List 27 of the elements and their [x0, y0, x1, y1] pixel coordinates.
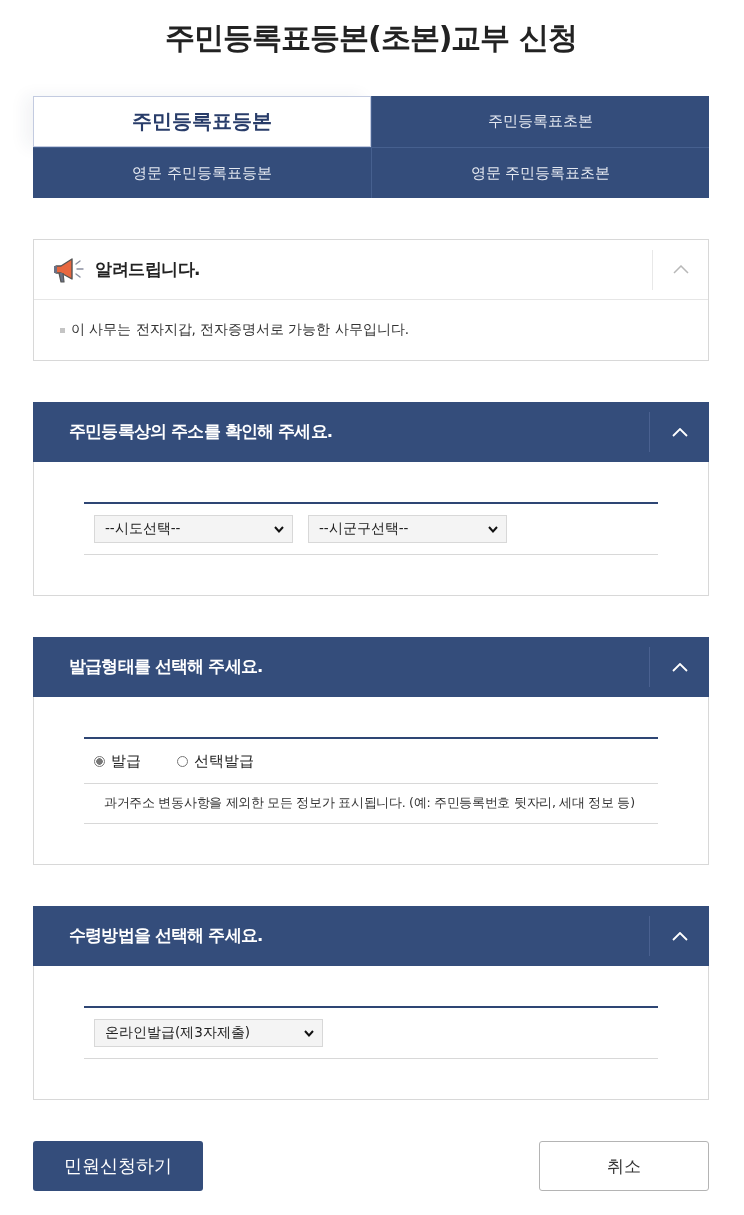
tab[interactable]: 주민등록표등본 — [33, 96, 371, 147]
page-title: 주민등록표등본(초본)교부 신청 — [164, 19, 578, 57]
section-title: 수령방법을 선택해 주세요. — [69, 925, 264, 947]
chevron-icon — [672, 265, 689, 274]
dropdown[interactable]: --시도선택-- — [94, 515, 293, 543]
caret-icon — [488, 525, 498, 533]
dropdown[interactable]: 온라인발급(제3자제출) — [94, 1019, 323, 1047]
notice-title: 알려드립니다. — [95, 258, 201, 281]
chevron-icon — [671, 427, 688, 437]
chevron-icon — [671, 662, 688, 672]
bullet-icon — [60, 327, 65, 333]
radio-option[interactable]: 선택발급 — [177, 751, 254, 771]
radio-option[interactable]: 발급 — [94, 751, 141, 771]
section-title: 발급형태를 선택해 주세요. — [69, 656, 264, 678]
tab[interactable]: 영문 주민등록표초본 — [371, 147, 709, 198]
chevron-icon — [671, 931, 688, 941]
notice-text: 이 사무는 전자지갑, 전자증명서로 가능한 사무입니다. — [71, 321, 410, 339]
dropdown[interactable]: --시군구선택-- — [308, 515, 507, 543]
cancel-button[interactable]: 취소 — [539, 1141, 709, 1191]
section-title: 주민등록상의 주소를 확인해 주세요. — [69, 421, 334, 443]
description-text: 과거주소 변동사항을 제외한 모든 정보가 표시됩니다. (예: 주민등록번호 뒷자리, 세대 정보 등) — [104, 795, 635, 812]
caret-icon — [304, 1029, 314, 1037]
radio-button[interactable] — [177, 755, 188, 767]
radio-button[interactable] — [94, 755, 105, 767]
caret-icon — [274, 525, 284, 533]
megaphone-icon — [53, 255, 85, 284]
submit-button[interactable]: 민원신청하기 — [33, 1141, 203, 1191]
